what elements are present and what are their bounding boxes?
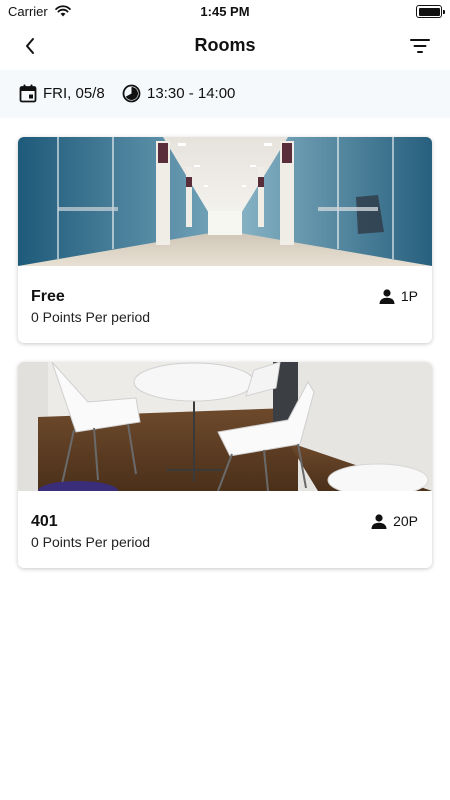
booking-info-bar: FRI, 05/8 13:30 - 14:00 xyxy=(0,70,450,118)
nav-bar: Rooms xyxy=(0,24,450,68)
room-points: 0 Points Per period xyxy=(31,534,151,550)
clock-pie-icon xyxy=(122,84,141,103)
room-card[interactable]: 401 0 Points Per period 20P xyxy=(18,362,432,568)
battery-icon xyxy=(416,5,445,18)
status-time: 1:45 PM xyxy=(200,4,250,19)
person-icon xyxy=(371,513,387,529)
room-image-meeting xyxy=(18,362,432,491)
status-bar: Carrier 1:45 PM xyxy=(0,0,450,24)
filter-icon[interactable] xyxy=(408,34,432,58)
booking-time-range: 13:30 - 14:00 xyxy=(147,85,236,102)
room-points: 0 Points Per period xyxy=(31,309,151,325)
room-name: Free xyxy=(31,288,65,305)
room-capacity-label: 1P xyxy=(400,288,418,304)
room-capacity: 20P xyxy=(371,513,418,529)
booking-date: FRI, 05/8 xyxy=(43,85,105,102)
room-capacity-label: 20P xyxy=(393,513,418,529)
room-image-corridor xyxy=(18,137,432,266)
room-name: 401 xyxy=(31,513,58,530)
date-selector[interactable]: FRI, 05/8 xyxy=(19,84,105,103)
time-selector[interactable]: 13:30 - 14:00 xyxy=(122,84,235,103)
room-capacity: 1P xyxy=(379,288,418,304)
page-title: Rooms xyxy=(194,35,256,55)
person-icon xyxy=(379,288,395,304)
calendar-icon xyxy=(19,84,37,103)
room-card[interactable]: Free 0 Points Per period 1P xyxy=(18,137,432,343)
